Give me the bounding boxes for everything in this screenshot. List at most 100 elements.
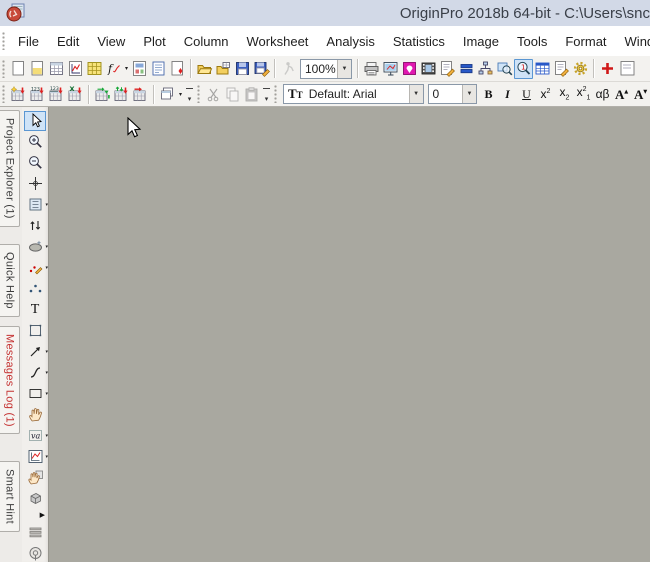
project-explorer-toggle-button[interactable] [476,59,495,79]
insert-worksheet-tool[interactable] [24,468,46,488]
zoom-tool-button[interactable]: 1 [514,59,533,79]
text-tool[interactable]: T [24,300,46,320]
new-project-button[interactable] [9,59,28,79]
menu-window[interactable]: Window [616,34,650,49]
menu-view[interactable]: View [88,34,134,49]
save-project-button[interactable] [233,59,252,79]
insert-graph-tool[interactable]: ▾ [24,447,46,467]
new-matrix-button[interactable] [85,59,104,79]
font-decrease-button[interactable]: A▾ [631,84,650,104]
new-notes-button[interactable] [149,59,168,79]
script-window-button[interactable] [552,59,571,79]
customize-toolbar-button[interactable] [598,59,617,79]
menu-file[interactable]: File [9,34,48,49]
new-graph-button[interactable] [66,59,85,79]
new-layout-button[interactable] [130,59,149,79]
annotation-tool[interactable]: ▾ [24,195,46,215]
chevron-down-icon[interactable]: ▾ [45,265,48,271]
mask-range-tool[interactable]: ▾ [24,237,46,257]
chevron-down-icon[interactable]: ▾ [123,59,130,79]
zoom-level-select[interactable]: 100%▼ [300,59,352,79]
menu-column[interactable]: Column [175,34,238,49]
tab-messages-log[interactable]: Messages Log (1) [0,326,20,435]
data-reader-tool[interactable] [24,174,46,194]
data-selector-tool[interactable] [24,216,46,236]
pointer-tool[interactable] [24,111,46,131]
new-analysis-template-button[interactable] [168,59,187,79]
new-function-plot-button[interactable]: f [104,59,123,79]
toolbar-overflow-button[interactable]: ▾ [261,84,272,104]
menu-image[interactable]: Image [454,34,508,49]
image-tool-button[interactable] [400,59,419,79]
menu-statistics[interactable]: Statistics [384,34,454,49]
rectangle-select-tool[interactable] [24,321,46,341]
tab-smart-hint[interactable]: Smart Hint [0,461,20,532]
chevron-down-icon[interactable]: ▾ [45,370,48,376]
copy-button[interactable] [223,84,242,104]
draw-data-tool[interactable]: ▾ [24,258,46,278]
chevron-down-icon[interactable]: ▾ [45,433,48,439]
font-family-select[interactable]: TTDefault: Arial▼ [283,84,424,104]
export-ascii-button[interactable] [131,84,150,104]
save-template-button[interactable] [252,59,271,79]
chevron-down-icon[interactable]: ▾ [45,244,48,250]
recalculate-button[interactable] [279,59,298,79]
chevron-down-icon[interactable]: ▾ [177,84,184,104]
slide-show-button[interactable] [381,59,400,79]
toolbar-overflow-button[interactable]: ▾ [184,84,195,104]
italic-button[interactable]: I [498,84,517,104]
find-in-project-button[interactable] [495,59,514,79]
subscript-button[interactable]: x2 [555,84,574,104]
chevron-down-icon[interactable]: ▾ [45,391,48,397]
arrow-tool[interactable]: ▾ [24,342,46,362]
menu-plot[interactable]: Plot [134,34,174,49]
supersubscript-button[interactable]: x21 [574,84,593,104]
import-wizard-button[interactable] [9,84,28,104]
open-excel-button[interactable] [214,59,233,79]
object-manager-button[interactable] [533,59,552,79]
underline-button[interactable]: U [517,84,536,104]
import-multiple-ascii-button[interactable]: 123 [47,84,66,104]
options-button[interactable] [571,59,590,79]
print-button[interactable] [362,59,381,79]
menu-worksheet[interactable]: Worksheet [238,34,318,49]
paste-button[interactable] [242,84,261,104]
open-button[interactable] [195,59,214,79]
menu-format[interactable]: Format [556,34,615,49]
duplicate-window-button[interactable] [158,84,177,104]
reimport-directly-button[interactable] [93,84,112,104]
equation-tool[interactable]: va▾ [24,426,46,446]
greek-button[interactable]: αβ [593,84,612,104]
cut-button[interactable] [204,84,223,104]
font-increase-button[interactable]: A▴ [612,84,631,104]
zoom-out-tool[interactable] [24,153,46,173]
chevron-down-icon[interactable]: ▾ [45,454,48,460]
tab-quick-help[interactable]: Quick Help [0,244,20,317]
zoom-in-tool[interactable] [24,132,46,152]
chevron-down-icon[interactable]: ▾ [45,349,48,355]
bold-button[interactable]: B [479,84,498,104]
curve-tool[interactable]: ▾ [24,363,46,383]
chevron-down-icon[interactable]: ▾ [45,202,48,208]
insert-object-tool[interactable] [24,489,46,509]
clipped-edge-button[interactable] [617,59,636,79]
notes-edit-button[interactable] [438,59,457,79]
layer-contents-button[interactable] [457,59,476,79]
new-folder-button[interactable] [28,59,47,79]
superscript-button[interactable]: x2 [536,84,555,104]
cluster-tool[interactable] [24,279,46,299]
pan-tool[interactable] [24,405,46,425]
shape-tool[interactable]: ▾ [24,384,46,404]
video-builder-button[interactable] [419,59,438,79]
menu-tools[interactable]: Tools [508,34,556,49]
import-excel-button[interactable]: X [66,84,85,104]
menu-analysis[interactable]: Analysis [317,34,383,49]
screen-reader-button[interactable] [24,544,46,562]
font-size-select[interactable]: 0▼ [428,84,477,104]
new-workbook-button[interactable] [47,59,66,79]
reimport-changed-button[interactable] [112,84,131,104]
layer-list-button[interactable] [24,523,46,543]
tab-project-explorer[interactable]: Project Explorer (1) [0,110,20,227]
import-ascii-button[interactable]: 123 [28,84,47,104]
menu-edit[interactable]: Edit [48,34,88,49]
